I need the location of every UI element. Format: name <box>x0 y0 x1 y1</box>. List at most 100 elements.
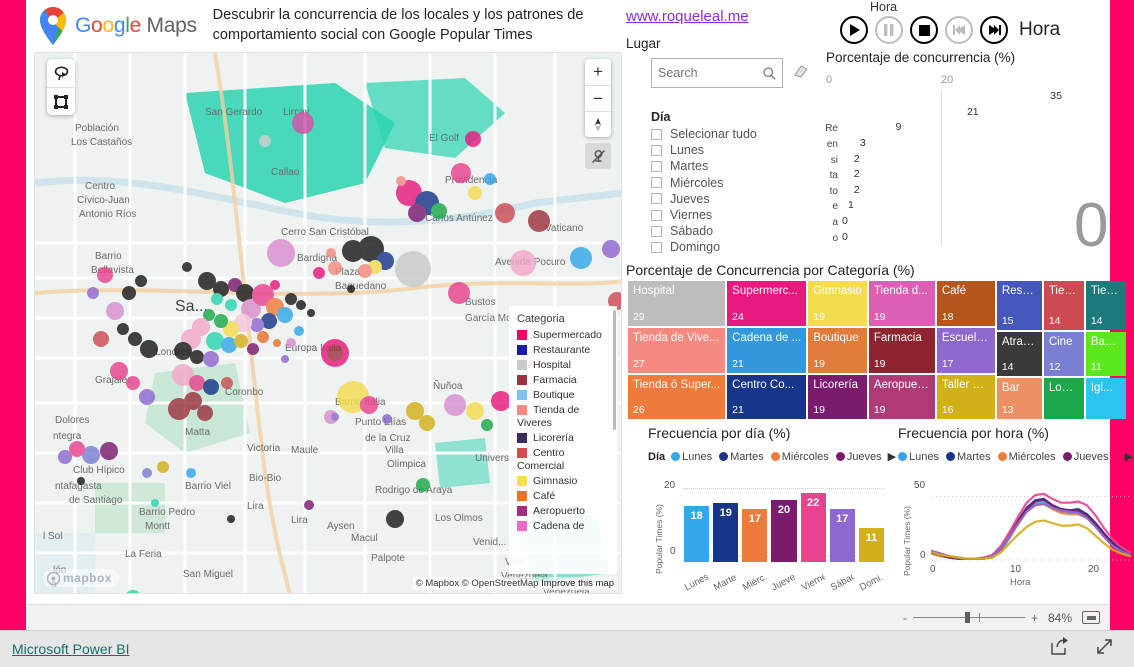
fullscreen-icon[interactable] <box>1095 637 1114 661</box>
concurrencia-bar-row[interactable]: Re 9 <box>826 121 1076 137</box>
concurrencia-bar-row[interactable]: ta 2 <box>826 168 1076 184</box>
legend-entry[interactable]: Miércoles <box>770 451 829 463</box>
frecuencia-hora-legend[interactable]: Lunes Martes Miércoles Jueves ▶ <box>898 450 1133 463</box>
map-zoom-controls[interactable]: + − <box>585 59 611 137</box>
legend-next-arrow[interactable]: ▶ <box>1125 450 1133 463</box>
legend-entry[interactable]: Lunes <box>671 451 712 463</box>
treemap-cell[interactable]: Bar 13 <box>996 377 1042 419</box>
legend-item[interactable]: Aeropuerto <box>517 505 611 517</box>
concurrencia-bar-row[interactable]: e1 <box>826 199 1076 215</box>
legend-item[interactable]: Licorería <box>517 432 611 444</box>
treemap-cell[interactable]: Cadena de ... 21 <box>727 328 807 373</box>
legend-item[interactable]: Restaurante <box>517 344 611 356</box>
checkbox[interactable] <box>651 160 662 172</box>
legend-item[interactable]: Gimnasio <box>517 475 611 487</box>
legend-entry[interactable]: Martes <box>719 451 764 463</box>
legend-scrollbar[interactable] <box>613 310 616 430</box>
legend-item[interactable]: Cadena de <box>517 520 611 532</box>
legend-entry[interactable]: Lunes <box>898 451 939 463</box>
improve-map-link[interactable]: Improve this map <box>541 578 614 589</box>
zoom-slider[interactable]: - + <box>903 611 1038 625</box>
treemap-cell[interactable]: Aeropuer... 19 <box>868 374 935 420</box>
legend-entry[interactable]: Jueves <box>835 451 882 463</box>
treemap-cell[interactable]: Escuela ... 17 <box>936 328 995 373</box>
day-filter-item[interactable]: Domingo <box>651 239 831 255</box>
treemap-cell[interactable]: Centro Co... 21 <box>727 374 807 420</box>
zoom-in-icon[interactable]: + <box>585 59 611 85</box>
microsoft-power-bi-link[interactable]: Microsoft Power BI <box>12 641 129 657</box>
next-button[interactable] <box>980 16 1008 44</box>
author-site-link[interactable]: www.roqueleal.me <box>626 8 749 25</box>
lasso-select-icon[interactable] <box>47 59 75 87</box>
legend-item[interactable]: Farmacia <box>517 374 611 386</box>
fd-bar-column[interactable]: 18 <box>684 484 710 562</box>
previous-button[interactable] <box>945 16 973 44</box>
day-filter-item[interactable]: Martes <box>651 158 831 174</box>
legend-next-arrow[interactable]: ▶ <box>888 450 896 463</box>
day-filter-item[interactable]: Viernes <box>651 207 831 223</box>
legend-item[interactable]: Café <box>517 490 611 502</box>
fd-bar-column[interactable]: 20 <box>771 484 797 562</box>
treemap-cell[interactable]: Boutique 19 <box>808 328 867 373</box>
legend-item[interactable]: Tienda de <box>517 404 611 416</box>
day-filter-list[interactable]: Selecionar tudo Lunes Martes Miércoles Jueve… <box>651 126 831 256</box>
map-visual[interactable]: San Gerardo Lircay Población Los Castaños … <box>34 52 622 594</box>
fd-bar-column[interactable]: 17 <box>742 484 768 562</box>
zoom-track[interactable] <box>912 612 1025 623</box>
concurrencia-bar-row[interactable]: si 2 <box>826 152 1076 168</box>
fd-bar-column[interactable]: 22 <box>800 484 826 562</box>
legend-item[interactable]: Centro <box>517 447 611 459</box>
day-filter-item[interactable]: Sábado <box>651 223 831 239</box>
legend-item[interactable]: Hospital <box>517 359 611 371</box>
treemap-cell[interactable]: Hospital 29 <box>628 281 726 327</box>
zoom-minus-label[interactable]: - <box>903 611 907 625</box>
day-filter-item[interactable]: Lunes <box>651 142 831 158</box>
legend-entry[interactable]: Miércoles <box>997 451 1056 463</box>
share-icon[interactable] <box>1050 637 1069 661</box>
checkbox[interactable] <box>651 209 662 221</box>
treemap-cell[interactable]: Farmacia 19 <box>868 328 935 373</box>
frecuencia-dia-legend[interactable]: Día Lunes Martes Miércoles Jueves ▶ <box>648 450 896 464</box>
treemap-cell[interactable]: Supermerc... 24 <box>727 281 807 327</box>
treemap-cell[interactable]: Tien... 14 <box>1043 281 1084 331</box>
checkbox[interactable] <box>651 144 662 156</box>
treemap-cell[interactable]: Tienda de Vive... 27 <box>628 328 726 373</box>
box-select-icon[interactable] <box>47 87 75 115</box>
fit-to-page-icon[interactable] <box>1082 611 1100 624</box>
concurrencia-bar-row[interactable]: to 2 <box>826 184 1076 200</box>
treemap-cell[interactable]: Local... <box>1043 377 1084 419</box>
treemap-cell[interactable]: Gimnasio 19 <box>808 281 867 327</box>
legend-item[interactable]: Supermercado <box>517 329 611 341</box>
clear-pin-icon[interactable] <box>585 143 611 169</box>
checkbox[interactable] <box>651 225 662 237</box>
treemap-cell[interactable]: Tienda ó Super... 26 <box>628 374 726 420</box>
treemap-cell[interactable]: Atracc... 14 <box>996 332 1042 376</box>
frecuencia-hora-chart[interactable]: Popular Times (%) 50 0 0 10 20 Hora <box>898 478 1134 590</box>
checkbox[interactable] <box>651 241 662 253</box>
checkbox[interactable] <box>651 128 662 140</box>
checkbox[interactable] <box>651 193 662 205</box>
stop-button[interactable] <box>910 16 938 44</box>
pause-button[interactable] <box>875 16 903 44</box>
compass-icon[interactable] <box>585 111 611 137</box>
treemap-cell[interactable]: Resta... 15 <box>996 281 1042 331</box>
concurrencia-bar-chart[interactable]: 0 20 35 21 Re 9 en 3 si 2 ta 2 to 2 e 1 a 0 o 0 <box>826 74 1076 256</box>
treemap-cell[interactable]: Taller M... 16 <box>936 374 995 420</box>
legend-item[interactable]: Boutique <box>517 389 611 401</box>
concurrencia-bar-row[interactable]: en 3 <box>826 137 1076 153</box>
concurrencia-bar-row[interactable]: a0 <box>826 215 1076 231</box>
zoom-out-icon[interactable]: − <box>585 85 611 111</box>
checkbox[interactable] <box>651 177 662 189</box>
day-filter-item[interactable]: Miércoles <box>651 175 831 191</box>
treemap-cell[interactable]: Tien... 14 <box>1085 281 1126 331</box>
frecuencia-dia-chart[interactable]: Popular Times (%) 20 0 18 19 17 20 22 17 11 Lu… <box>648 478 888 593</box>
legend-entry[interactable]: Martes <box>945 451 991 463</box>
fd-bar-column[interactable]: 17 <box>829 484 855 562</box>
play-button[interactable] <box>840 16 868 44</box>
treemap-cell[interactable]: Tienda d... 19 <box>868 281 935 327</box>
treemap-cell[interactable]: Café 18 <box>936 281 995 327</box>
treemap-cell[interactable]: Igl... <box>1085 377 1126 419</box>
treemap-cell[interactable]: Cine 12 <box>1043 332 1084 376</box>
concurrencia-bar-row[interactable]: 35 <box>826 90 1076 106</box>
day-filter-item[interactable]: Selecionar tudo <box>651 126 831 142</box>
